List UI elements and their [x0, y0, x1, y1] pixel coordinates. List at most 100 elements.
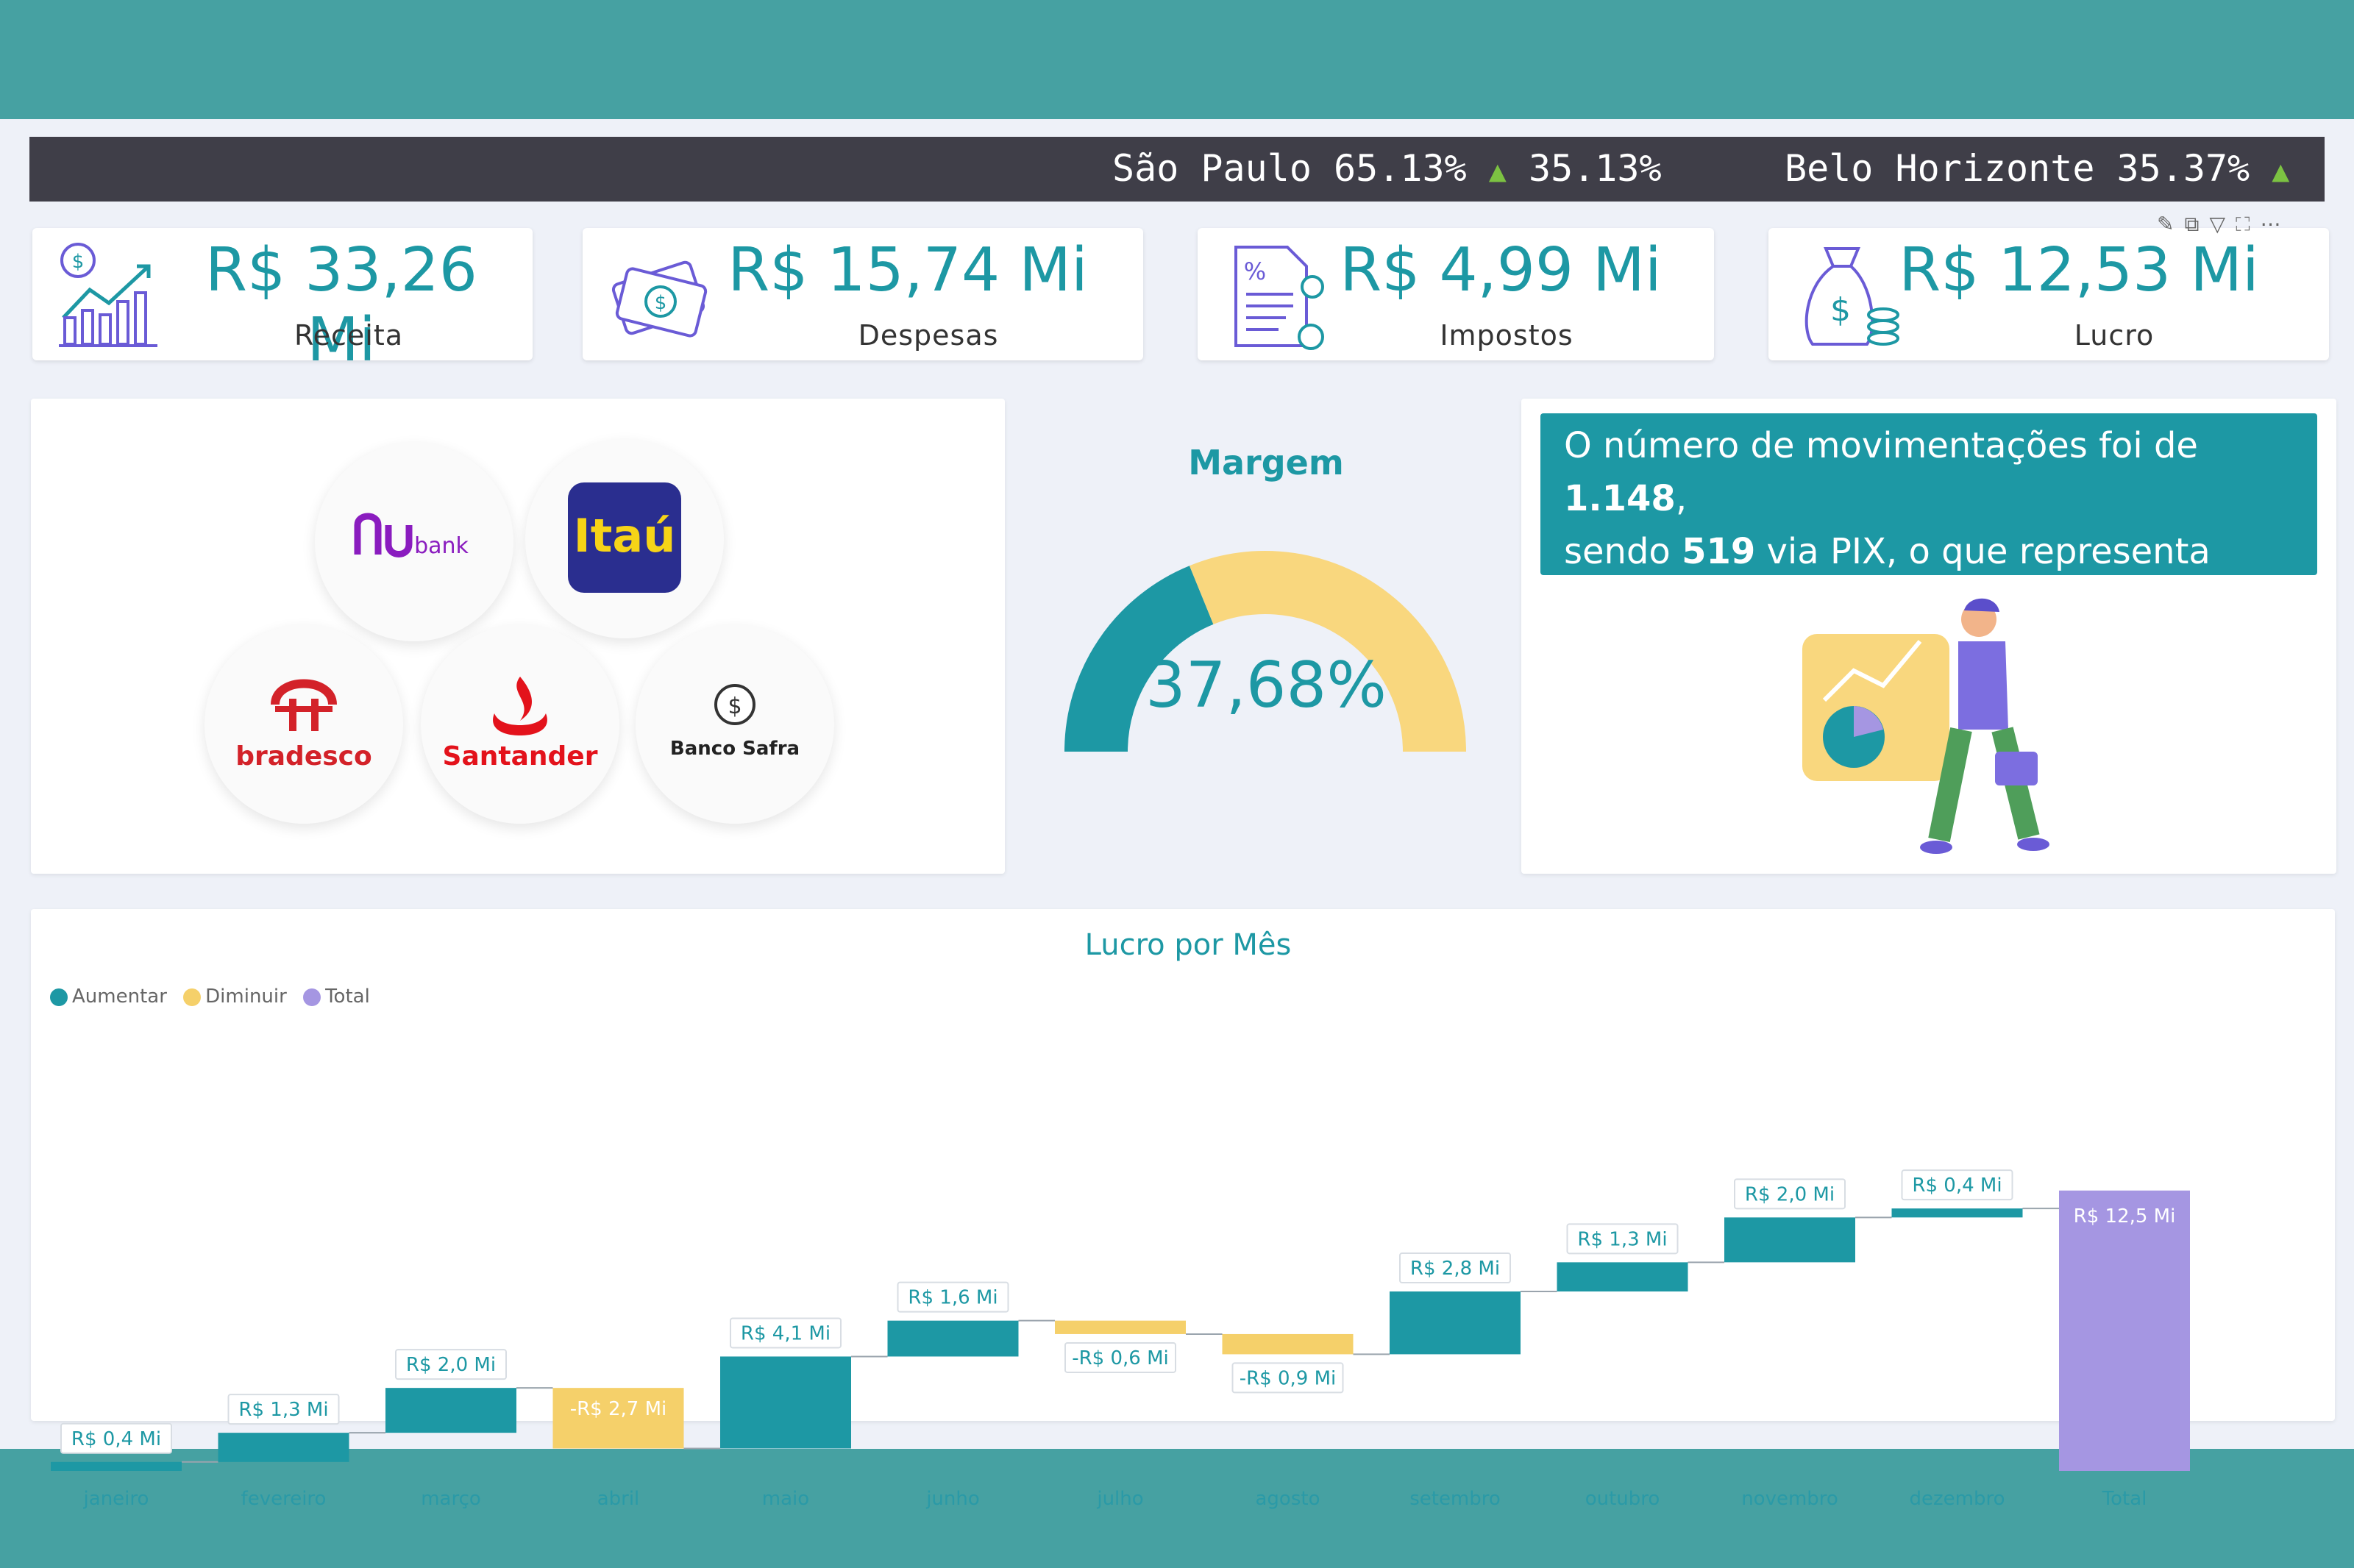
- pin-icon[interactable]: ✎: [2157, 212, 2184, 236]
- ticker-item-sao-paulo: São Paulo 65.13% ▲ 35.13%: [1112, 147, 1662, 190]
- kpi-label: Receita: [294, 319, 404, 352]
- ticker-item-belo-horizonte: Belo Horizonte 35.37% ▲: [1785, 147, 2289, 190]
- legend-item-aumentar[interactable]: Aumentar: [50, 986, 167, 1008]
- insight-text: O número de movimentações foi de: [1564, 425, 2198, 466]
- x-axis-tick-label: agosto: [1256, 1488, 1320, 1509]
- kpi-value: R$ 12,53 Mi: [1899, 235, 2259, 305]
- ticker-change: 35.13%: [1528, 147, 1662, 190]
- ticker-city: São Paulo: [1112, 147, 1312, 190]
- waterfall-bar-0[interactable]: [51, 1461, 182, 1471]
- kpi-value: R$ 4,99 Mi: [1340, 235, 1662, 305]
- x-axis-tick-label: dezembro: [1910, 1488, 2005, 1509]
- chart-title: Lucro por Mês: [1084, 928, 1292, 962]
- x-axis-tick-label: abril: [597, 1488, 640, 1509]
- x-axis-tick-label: outubro: [1585, 1488, 1660, 1509]
- insight-callout: O número de movimentações foi de 1.148, …: [1540, 413, 2317, 678]
- santander-logo: Santander: [443, 677, 598, 771]
- data-label: R$ 0,4 Mi: [1912, 1175, 2002, 1197]
- itau-logo: Itaú: [568, 482, 681, 593]
- bank-logo-itau[interactable]: Itaú: [525, 440, 724, 638]
- x-axis-tick-label: junho: [925, 1488, 980, 1509]
- money-cards-icon: $: [611, 260, 708, 338]
- data-label: R$ 2,0 Mi: [1745, 1183, 1835, 1205]
- data-label: -R$ 2,7 Mi: [570, 1398, 667, 1420]
- x-axis-tick-label: setembro: [1409, 1488, 1501, 1509]
- insight-text: ,: [1675, 478, 1688, 519]
- x-axis-tick-label: Total: [2102, 1488, 2147, 1509]
- data-label: -R$ 0,9 Mi: [1240, 1367, 1337, 1389]
- kpi-card-receita: $ R$ 33,26 Mi Receita: [32, 228, 533, 375]
- waterfall-bar-9[interactable]: [1557, 1262, 1688, 1291]
- waterfall-bar-6[interactable]: [1055, 1320, 1186, 1334]
- chart-legend: Aumentar Diminuir Total: [50, 986, 380, 1008]
- waterfall-bar-1[interactable]: [218, 1433, 349, 1462]
- up-arrow-icon: ▲: [2272, 154, 2290, 188]
- data-label: R$ 1,3 Mi: [238, 1399, 328, 1421]
- banco-safra-logo: $ Banco Safra: [670, 684, 800, 760]
- city-ticker: São Paulo 65.13% ▲ 35.13% Belo Horizonte…: [29, 137, 2325, 202]
- margin-value: 37,68%: [1145, 649, 1387, 722]
- waterfall-bar-10[interactable]: [1724, 1217, 1855, 1263]
- bank-logo-banco-safra[interactable]: $ Banco Safra: [636, 625, 834, 824]
- money-bag-icon: $: [1804, 247, 1899, 346]
- svg-text:$: $: [1830, 291, 1851, 329]
- bank-name-bradesco: bradesco: [235, 741, 372, 771]
- legend-item-diminuir[interactable]: Diminuir: [183, 986, 287, 1008]
- bank-logo-santander[interactable]: Santander: [421, 625, 619, 824]
- waterfall-bar-8[interactable]: [1390, 1291, 1521, 1355]
- insight-text: sendo: [1564, 531, 1682, 572]
- insight-total-movements: 1.148: [1564, 478, 1676, 519]
- svg-text:$: $: [728, 694, 742, 719]
- x-axis-tick-label: maio: [762, 1488, 809, 1509]
- svg-text:bank: bank: [414, 533, 469, 559]
- waterfall-bar-5[interactable]: [887, 1320, 1019, 1357]
- kpi-card-impostos: % R$ 4,99 Mi Impostos: [1198, 228, 1714, 360]
- walking-person-illustration: [1802, 598, 2049, 854]
- waterfall-bar-11[interactable]: [1891, 1208, 2023, 1218]
- legend-label: Aumentar: [72, 986, 167, 1008]
- bank-name-santander: Santander: [443, 741, 598, 771]
- kpi-value: R$ 15,74 Mi: [728, 235, 1088, 305]
- bank-name-itau: Itaú: [574, 509, 676, 563]
- nubank-logo: bank: [354, 513, 469, 559]
- waterfall-chart: R$ 0,4 Mi janeiro R$ 1,3 Mi fevereiro R$ 2,0…: [51, 1169, 2190, 1509]
- data-label: -R$ 0,6 Mi: [1072, 1347, 1169, 1369]
- kpi-card-despesas: $ R$ 15,74 Mi Despesas: [583, 228, 1143, 360]
- kpi-label: Despesas: [858, 319, 999, 352]
- more-icon[interactable]: ⋯: [2261, 212, 2291, 236]
- data-label: R$ 4,1 Mi: [741, 1322, 831, 1344]
- ticker-value: 65.13%: [1334, 147, 1467, 190]
- legend-item-total[interactable]: Total: [303, 986, 370, 1008]
- filter-icon[interactable]: ▽: [2209, 212, 2236, 236]
- x-axis-tick-label: novembro: [1741, 1488, 1838, 1509]
- svg-text:%: %: [1244, 257, 1266, 285]
- kpi-label: Lucro: [2074, 319, 2155, 352]
- data-label: R$ 2,0 Mi: [406, 1354, 496, 1376]
- insight-pix-count: 519: [1682, 531, 1756, 572]
- data-label: R$ 1,6 Mi: [908, 1287, 998, 1309]
- up-arrow-icon: ▲: [1488, 154, 1507, 188]
- svg-text:$: $: [72, 251, 85, 273]
- bank-name-safra: Banco Safra: [670, 738, 800, 760]
- x-axis-tick-label: julho: [1096, 1488, 1143, 1509]
- ticker-city: Belo Horizonte: [1785, 147, 2095, 190]
- waterfall-bar-7[interactable]: [1222, 1333, 1354, 1355]
- waterfall-bar-12[interactable]: [2059, 1190, 2190, 1471]
- revenue-chart-icon: $: [59, 243, 157, 347]
- insight-text: via PIX, o que representa: [1755, 531, 2211, 572]
- insight-pix-percent: 45,21%: [1564, 584, 1711, 625]
- waterfall-bar-2[interactable]: [385, 1388, 516, 1433]
- kpi-label: Impostos: [1440, 319, 1574, 352]
- x-axis-tick-label: janeiro: [83, 1488, 149, 1509]
- bank-logo-nubank[interactable]: bank: [315, 443, 513, 641]
- svg-text:$: $: [655, 292, 667, 314]
- kpi-card-lucro: $ R$ 12,53 Mi Lucro: [1768, 228, 2329, 360]
- ticker-value: 35.37%: [2116, 147, 2250, 190]
- dashboard-canvas: São Paulo 65.13% ▲ 35.13% Belo Horizonte…: [0, 119, 2354, 1509]
- legend-label: Diminuir: [205, 986, 287, 1008]
- bank-logo-bradesco[interactable]: bradesco: [205, 625, 403, 824]
- focus-icon[interactable]: ⛶: [2236, 212, 2261, 236]
- margin-title: Margem: [1188, 443, 1344, 482]
- waterfall-bar-4[interactable]: [720, 1356, 851, 1449]
- copy-icon[interactable]: ⧉: [2184, 212, 2209, 236]
